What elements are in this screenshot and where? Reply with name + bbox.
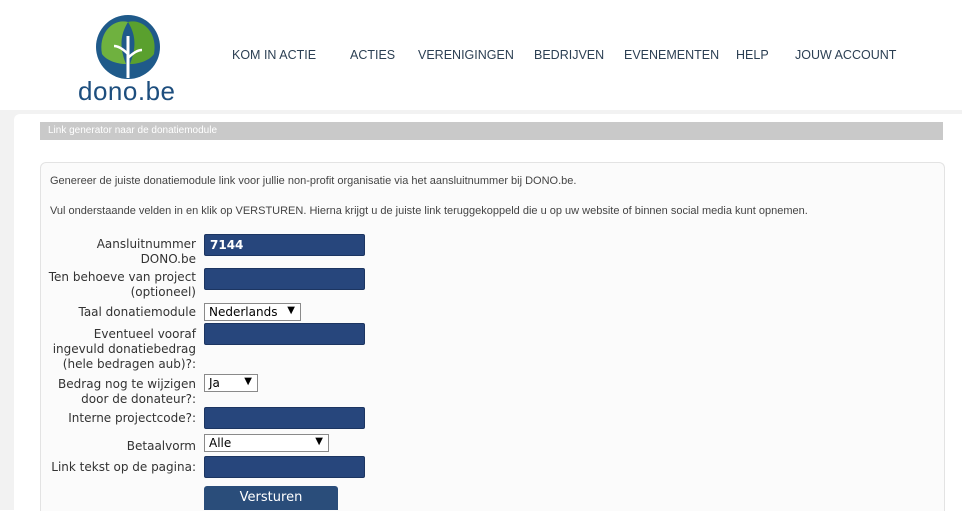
betaalvorm-select[interactable]: Alle ▼	[204, 434, 329, 452]
dropdown-arrow-icon: ▼	[315, 436, 323, 447]
dropdown-arrow-icon: ▼	[244, 376, 252, 387]
nav-kom-in-actie[interactable]: KOM IN ACTIE	[232, 48, 316, 62]
versturen-button[interactable]: Versturen	[204, 486, 338, 510]
taal-select[interactable]: Nederlands ▼	[204, 303, 301, 321]
nav-evenementen[interactable]: EVENEMENTEN	[624, 48, 719, 62]
dropdown-arrow-icon: ▼	[287, 305, 295, 316]
wijzigen-select[interactable]: Ja ▼	[204, 374, 258, 392]
nav-verenigingen[interactable]: VERENIGINGEN	[418, 48, 514, 62]
aansluitnummer-input[interactable]: 7144	[204, 234, 365, 256]
wijzigen-label: Bedrag nog te wijzigen door de donateur?…	[58, 377, 196, 406]
nav-acties[interactable]: ACTIES	[350, 48, 395, 62]
nav-help[interactable]: HELP	[736, 48, 769, 62]
project-label: Ten behoeve van project (optioneel)	[48, 270, 196, 299]
intro-text-2: Vul onderstaande velden in en klik op VE…	[50, 205, 808, 217]
aansluitnummer-label: Aansluitnummer DONO.be	[96, 237, 196, 266]
projectcode-input[interactable]	[204, 407, 365, 429]
nav-bedrijven[interactable]: BEDRIJVEN	[534, 48, 604, 62]
bedrag-label: Eventueel vooraf ingevuld donatiebedrag …	[52, 327, 196, 371]
section-header: Link generator naar de donatiemodule	[40, 122, 943, 140]
project-input[interactable]	[204, 268, 365, 290]
betaalvorm-label: Betaalvorm	[126, 439, 196, 453]
logo-text: dono.be	[78, 76, 176, 106]
linktekst-label: Link tekst op de pagina:	[51, 460, 196, 474]
bedrag-input[interactable]	[204, 323, 365, 345]
linktekst-input[interactable]	[204, 456, 365, 478]
section-title: Link generator naar de donatiemodule	[48, 125, 218, 136]
globe-leaf-logo-icon	[96, 15, 160, 79]
taal-selected-value: Nederlands	[209, 305, 278, 319]
main-nav: KOM IN ACTIE ACTIES VERENIGINGEN BEDRIJV…	[0, 48, 962, 68]
projectcode-label: Interne projectcode?:	[68, 411, 196, 425]
intro-text-1: Genereer de juiste donatiemodule link vo…	[50, 175, 577, 187]
wijzigen-selected-value: Ja	[209, 376, 220, 390]
taal-label: Taal donatiemodule	[78, 305, 196, 319]
betaalvorm-selected-value: Alle	[209, 436, 232, 450]
header: dono.be KOM IN ACTIE ACTIES VERENIGINGEN…	[0, 0, 962, 110]
nav-jouw-account[interactable]: JOUW ACCOUNT	[795, 48, 896, 62]
